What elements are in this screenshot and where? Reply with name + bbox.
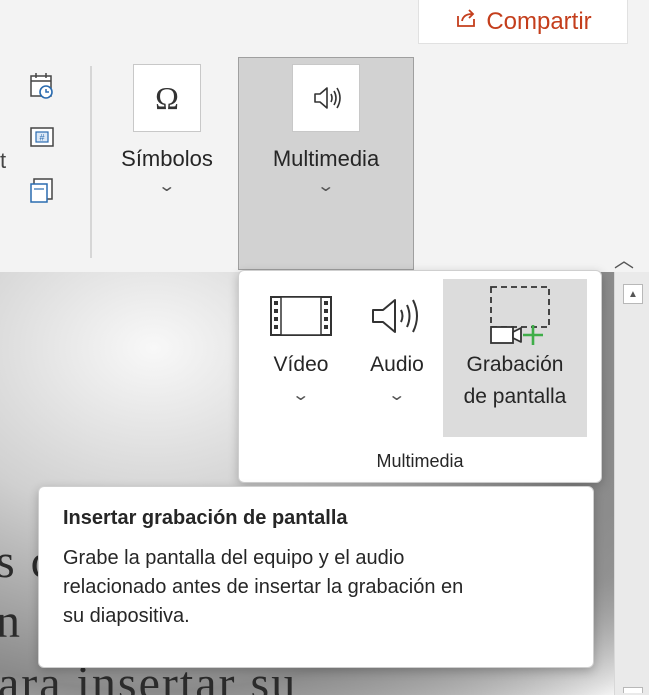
ribbon: Compartir t # Ω Símbolos ⌄ Multimedia ⌄ …	[0, 0, 649, 272]
collapse-ribbon-icon[interactable]: ︿	[614, 244, 634, 273]
tooltip-body-line2: relacionado antes de insertar la grabaci…	[63, 576, 464, 598]
scroll-up-icon[interactable]: ▲	[623, 284, 643, 304]
audio-button[interactable]: Audio ⌄	[359, 279, 435, 437]
svg-text:Ω: Ω	[155, 80, 179, 116]
chevron-down-icon: ⌄	[387, 387, 407, 404]
chevron-down-icon: ⌄	[157, 178, 177, 195]
symbols-button[interactable]: Ω Símbolos ⌄	[110, 64, 224, 196]
omega-icon: Ω	[133, 64, 201, 132]
audio-icon	[367, 283, 427, 349]
tooltip-body-line1: Grabe la pantalla del equipo y el audio	[63, 547, 405, 569]
share-button[interactable]: Compartir	[418, 0, 628, 44]
video-button[interactable]: Vídeo ⌄	[263, 279, 339, 437]
multimedia-label: Multimedia	[272, 146, 380, 171]
speaker-icon	[292, 64, 360, 132]
multimedia-button-content[interactable]: Multimedia ⌄	[248, 64, 404, 196]
multimedia-dropdown: Vídeo ⌄ Audio ⌄ Grabación de pantalla Mu…	[238, 270, 602, 483]
screen-recording-icon	[475, 283, 555, 349]
slide-text-line2: n	[0, 595, 22, 648]
truncated-ribbon-label: t	[0, 148, 7, 173]
tooltip-body: Grabe la pantalla del equipo y el audio …	[63, 544, 569, 631]
audio-label: Audio	[370, 353, 424, 376]
scroll-down-button[interactable]	[623, 687, 643, 693]
vertical-scrollbar[interactable]: ▲	[614, 272, 649, 695]
dropdown-group-label: Multimedia	[376, 451, 464, 471]
tooltip-title: Insertar grabación de pantalla	[63, 507, 348, 529]
video-icon	[269, 283, 333, 349]
screen-recording-label-line1: Grabación	[466, 353, 564, 376]
symbols-label: Símbolos	[121, 146, 213, 171]
chevron-down-icon: ⌄	[291, 387, 311, 404]
tooltip: Insertar grabación de pantalla Grabe la …	[38, 486, 594, 668]
object-icon[interactable]	[28, 176, 56, 204]
date-time-icon[interactable]	[28, 72, 56, 100]
tooltip-body-line3: su diapositiva.	[63, 605, 190, 627]
share-label: Compartir	[486, 7, 592, 35]
screen-recording-button[interactable]: Grabación de pantalla	[443, 279, 587, 437]
chevron-down-icon: ⌄	[316, 178, 336, 195]
video-label: Vídeo	[273, 353, 329, 376]
svg-text:#: #	[39, 133, 44, 143]
ribbon-group-divider	[90, 66, 92, 258]
screen-recording-label-line2: de pantalla	[463, 385, 567, 408]
slide-number-icon[interactable]: #	[28, 124, 56, 152]
share-icon	[454, 6, 478, 37]
